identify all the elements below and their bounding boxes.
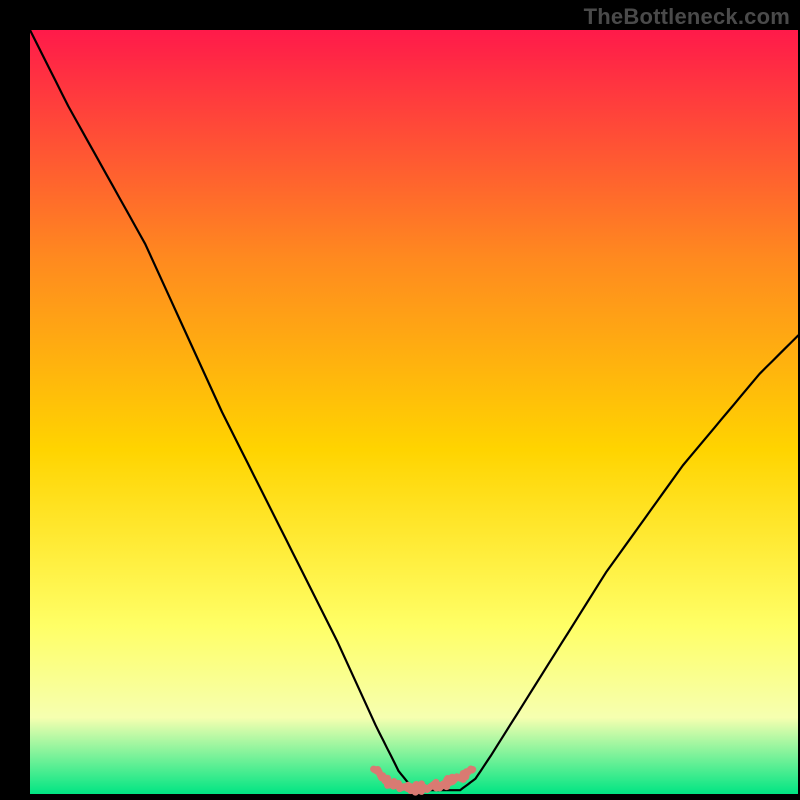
chart-frame: TheBottleneck.com (0, 0, 800, 800)
watermark-text: TheBottleneck.com (584, 4, 790, 30)
bottleneck-chart (0, 0, 800, 800)
plot-background (30, 30, 798, 794)
